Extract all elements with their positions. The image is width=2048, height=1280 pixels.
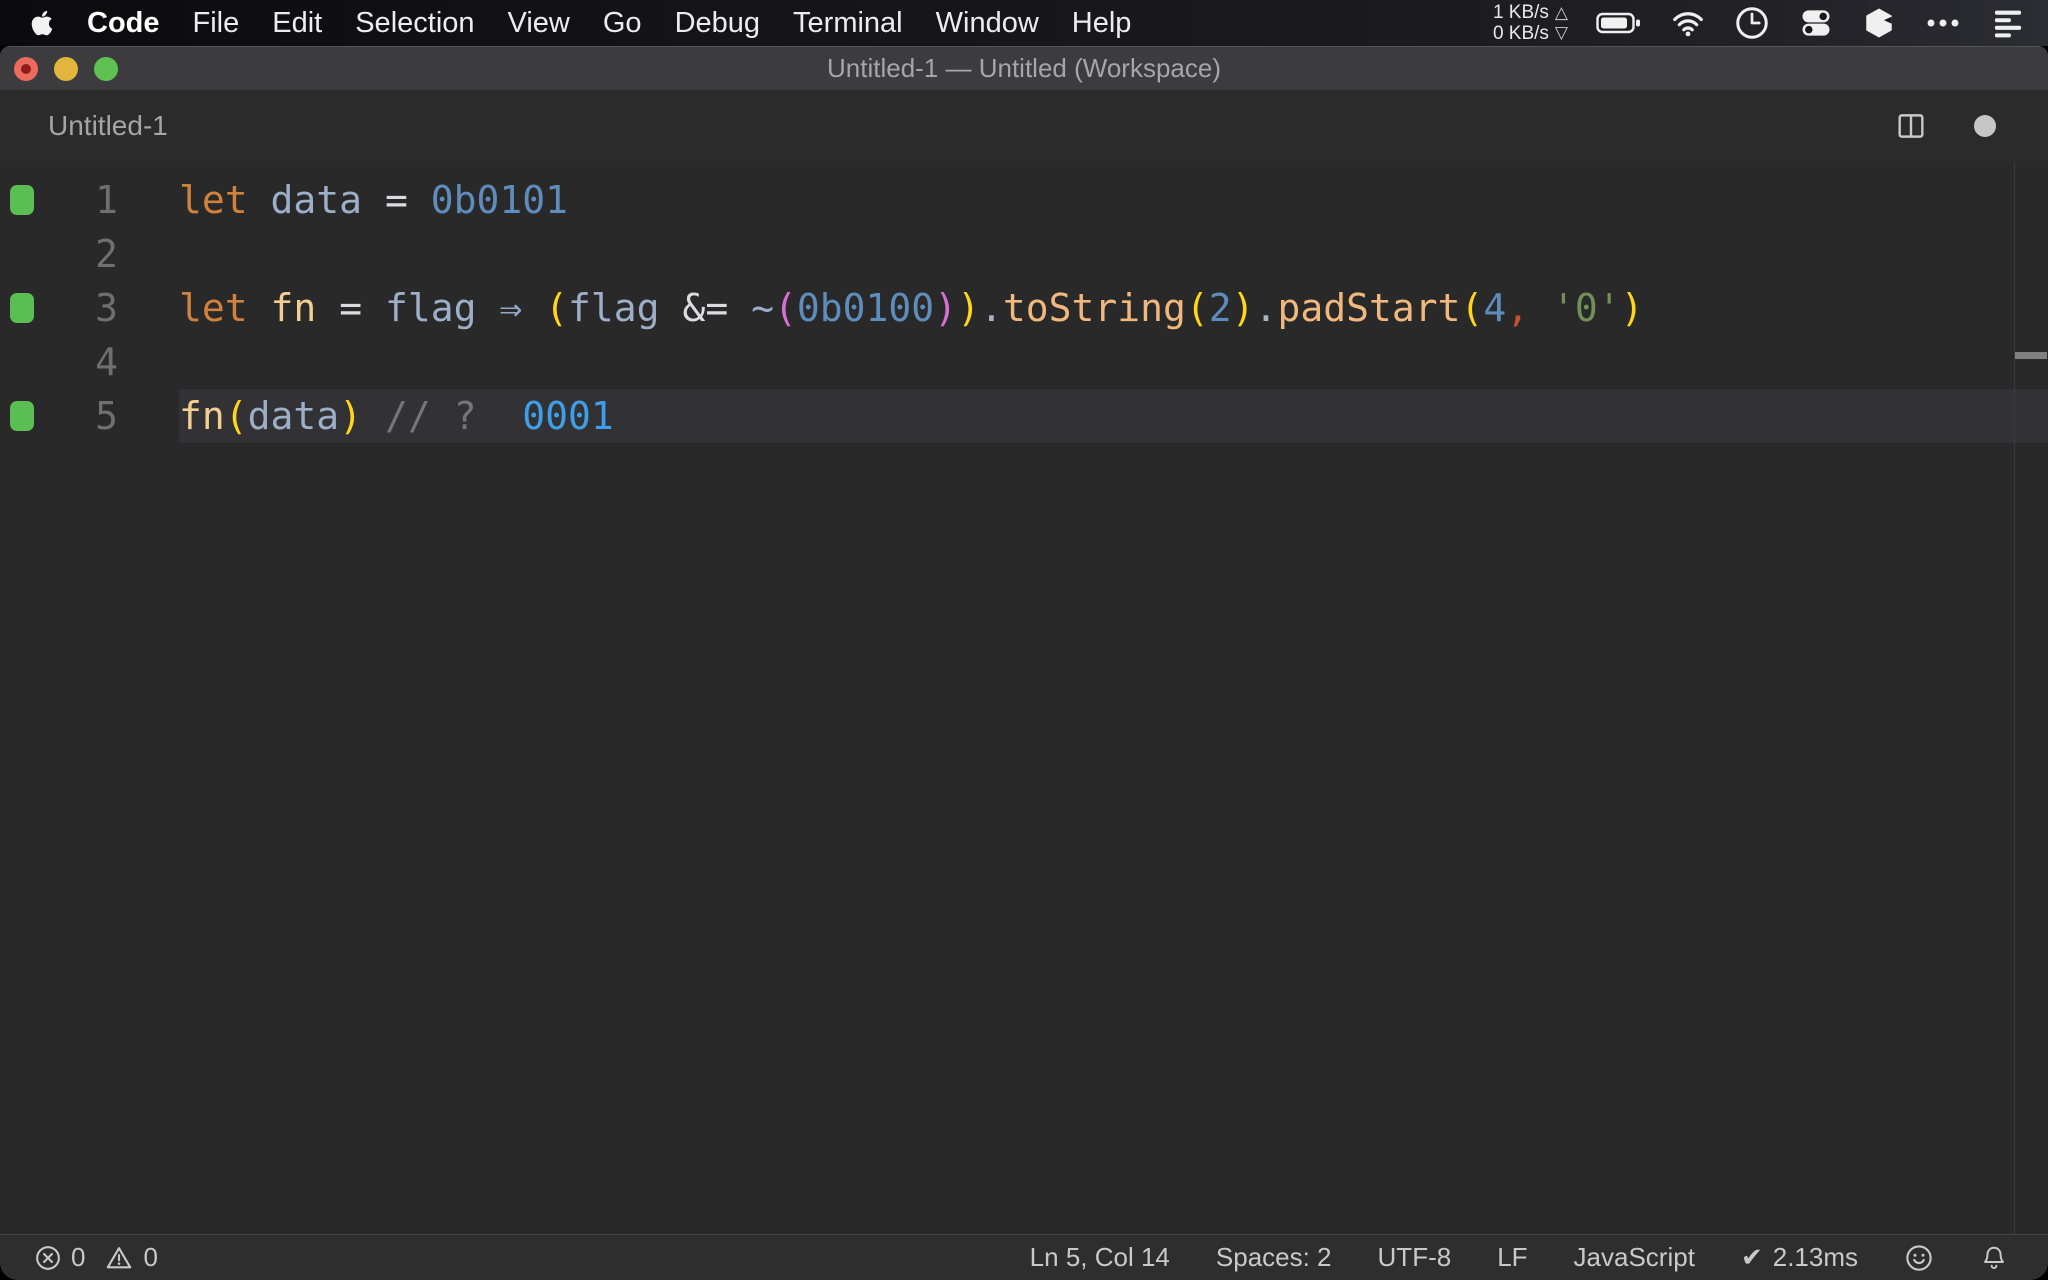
cursor-position[interactable]: Ln 5, Col 14 <box>1030 1242 1170 1273</box>
window-title-bar[interactable]: Untitled-1 — Untitled (Workspace) <box>0 46 2048 90</box>
vscode-window: Untitled-1 — Untitled (Workspace) Untitl… <box>0 46 2048 1280</box>
tab-bar: Untitled-1 <box>0 90 2048 162</box>
zoom-button[interactable] <box>94 57 118 81</box>
quokka-perf[interactable]: ✔ 2.13ms <box>1741 1242 1858 1273</box>
warning-count: 0 <box>143 1242 158 1272</box>
code-line-1[interactable]: 1 let data = 0b0101 <box>0 173 2048 227</box>
control-center-icon[interactable] <box>1798 3 1834 43</box>
notifications-bell-icon[interactable] <box>1980 1243 2008 1273</box>
network-speed-indicator[interactable]: 1 KB/s 0 KB/s △ ▽ <box>1493 2 1568 44</box>
gutter: 1 <box>0 173 179 227</box>
tab-untitled-1[interactable]: Untitled-1 <box>0 110 168 142</box>
line-number: 1 <box>95 178 118 222</box>
menu-edit[interactable]: Edit <box>272 7 322 40</box>
line-number: 2 <box>95 232 118 276</box>
line-number: 5 <box>95 394 118 438</box>
error-circle-icon <box>34 1244 62 1272</box>
menu-file[interactable]: File <box>193 7 240 40</box>
down-triangle-icon: ▽ <box>1554 23 1568 42</box>
split-editor-icon[interactable] <box>1894 109 1928 143</box>
status-bar: 0 0 Ln 5, Col 14 Spaces: 2 UTF-8 LF JavaScri… <box>0 1234 2048 1280</box>
feedback-smiley-icon[interactable] <box>1904 1243 1934 1273</box>
close-button[interactable] <box>14 57 38 81</box>
menu-selection[interactable]: Selection <box>355 7 474 40</box>
warning-triangle-icon <box>104 1244 134 1272</box>
macos-menu-bar: Code File Edit Selection View Go Debug Terminal… <box>0 0 2048 46</box>
wifi-icon[interactable] <box>1670 3 1706 43</box>
code-line-3[interactable]: 3 let fn = flag ⇒ (flag &= ~(0b0100)).toS… <box>0 281 2048 335</box>
code-line-5[interactable]: 5 fn(data) // ? 0001 <box>0 389 2048 443</box>
gutter: 2 <box>0 227 179 281</box>
gutter: 5 <box>0 389 179 443</box>
line-content <box>179 335 2048 389</box>
unsaved-indicator-dot <box>21 64 31 74</box>
menu-view[interactable]: View <box>508 7 570 40</box>
perf-value: 2.13ms <box>1772 1242 1858 1272</box>
coverage-square-icon <box>10 185 34 215</box>
menu-debug[interactable]: Debug <box>675 7 760 40</box>
menu-code[interactable]: Code <box>87 7 160 40</box>
code-editor[interactable]: 1 let data = 0b0101 2 3 let fn = flag ⇒ (fla… <box>0 162 2048 1234</box>
menu-window[interactable]: Window <box>936 7 1039 40</box>
eol-selector[interactable]: LF <box>1497 1242 1527 1273</box>
line-number: 3 <box>95 286 118 330</box>
coverage-square-icon <box>10 293 34 323</box>
window-title: Untitled-1 — Untitled (Workspace) <box>827 53 1221 83</box>
encoding[interactable]: UTF-8 <box>1378 1242 1452 1273</box>
list-menu-icon[interactable] <box>1990 3 2026 43</box>
line-content: let fn = flag ⇒ (flag &= ~(0b0100)).toSt… <box>179 286 1644 330</box>
apple-logo-icon[interactable] <box>30 9 54 37</box>
menu-go[interactable]: Go <box>603 7 642 40</box>
error-count: 0 <box>71 1242 86 1272</box>
line-content <box>179 227 2048 281</box>
coverage-square-icon <box>10 401 34 431</box>
battery-icon[interactable] <box>1596 3 1642 43</box>
menu-help[interactable]: Help <box>1072 7 1132 40</box>
check-icon: ✔ <box>1740 1242 1763 1272</box>
menu-terminal[interactable]: Terminal <box>793 7 903 40</box>
indentation[interactable]: Spaces: 2 <box>1216 1242 1332 1273</box>
box-icon[interactable] <box>1862 3 1896 43</box>
language-mode[interactable]: JavaScript <box>1574 1242 1695 1273</box>
minimize-button[interactable] <box>54 57 78 81</box>
line-content: fn(data) // ? 0001 <box>179 389 2048 443</box>
gutter: 3 <box>0 281 179 335</box>
gutter: 4 <box>0 335 179 389</box>
network-down-value: 0 KB/s <box>1492 23 1549 44</box>
line-number: 4 <box>95 340 118 384</box>
unsaved-changes-dot[interactable] <box>1974 115 1996 137</box>
clock-icon[interactable] <box>1734 3 1770 43</box>
ellipsis-icon[interactable] <box>1924 3 1962 43</box>
line-content: let data = 0b0101 <box>179 178 568 222</box>
code-line-2[interactable]: 2 <box>0 227 2048 281</box>
problems-indicator[interactable]: 0 0 <box>34 1242 158 1273</box>
up-triangle-icon: △ <box>1554 3 1568 22</box>
code-line-4[interactable]: 4 <box>0 335 2048 389</box>
network-up-value: 1 KB/s <box>1492 2 1549 23</box>
